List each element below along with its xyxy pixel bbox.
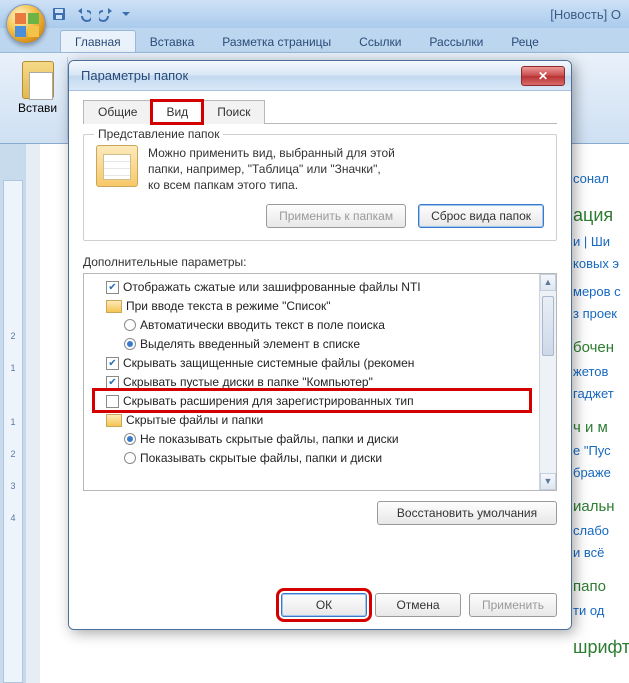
scroll-thumb[interactable] bbox=[542, 296, 554, 356]
undo-icon[interactable] bbox=[72, 3, 94, 25]
ribbon-tab-layout[interactable]: Разметка страницы bbox=[208, 31, 345, 52]
ok-button[interactable]: ОК bbox=[281, 593, 367, 617]
dialog-titlebar[interactable]: Параметры папок ✕ bbox=[69, 61, 571, 91]
dialog-footer: ОК Отмена Применить bbox=[83, 579, 557, 617]
office-titlebar: [Новость] О bbox=[0, 0, 629, 28]
folder-views-group: Представление папок Можно применить вид,… bbox=[83, 134, 557, 241]
group-legend: Представление папок bbox=[94, 127, 223, 141]
save-icon[interactable] bbox=[48, 3, 70, 25]
close-icon: ✕ bbox=[538, 69, 548, 83]
checkbox-icon[interactable] bbox=[106, 376, 119, 389]
tree-item-label: Скрывать расширения для зарегистрированн… bbox=[123, 394, 414, 408]
tab-general[interactable]: Общие bbox=[83, 100, 152, 124]
tree-item[interactable]: Выделять введенный элемент в списке bbox=[84, 335, 556, 354]
checkbox-icon[interactable] bbox=[106, 357, 119, 370]
office-orb[interactable] bbox=[6, 4, 46, 44]
quick-access-toolbar bbox=[48, 3, 132, 25]
folder-icon bbox=[96, 145, 138, 187]
scroll-up-icon[interactable]: ▲ bbox=[540, 274, 556, 291]
radio-icon[interactable] bbox=[124, 319, 136, 331]
dialog-body: Общие Вид Поиск Представление папок Можн… bbox=[69, 91, 571, 629]
close-button[interactable]: ✕ bbox=[521, 66, 565, 86]
redo-icon[interactable] bbox=[96, 3, 118, 25]
tree-item[interactable]: Скрытые файлы и папки bbox=[84, 411, 556, 430]
tree-item[interactable]: Отображать сжатые или зашифрованные файл… bbox=[84, 278, 556, 297]
tree-item[interactable]: При вводе текста в режиме "Список" bbox=[84, 297, 556, 316]
scroll-down-icon[interactable]: ▼ bbox=[540, 473, 556, 490]
tree-item[interactable]: Скрывать защищенные системные файлы (рек… bbox=[84, 354, 556, 373]
advanced-label: Дополнительные параметры: bbox=[83, 255, 557, 269]
advanced-settings-tree[interactable]: Отображать сжатые или зашифрованные файл… bbox=[83, 273, 557, 491]
tree-item-label: При вводе текста в режиме "Список" bbox=[126, 299, 331, 313]
checkbox-icon[interactable] bbox=[106, 281, 119, 294]
restore-defaults-button[interactable]: Восстановить умолчания bbox=[377, 501, 557, 525]
paste-button[interactable]: Встави bbox=[14, 59, 61, 117]
vertical-ruler: 2 1 1 2 3 4 bbox=[3, 180, 23, 683]
ribbon-tab-links[interactable]: Ссылки bbox=[345, 31, 415, 52]
checkbox-icon[interactable] bbox=[106, 395, 119, 408]
ribbon-tab-review[interactable]: Реце bbox=[497, 31, 553, 52]
folder-icon bbox=[106, 300, 122, 313]
document-title: [Новость] О bbox=[550, 7, 629, 22]
ribbon-tab-home[interactable]: Главная bbox=[60, 30, 136, 52]
ribbon-tab-mail[interactable]: Рассылки bbox=[415, 31, 497, 52]
scrollbar[interactable]: ▲▼ bbox=[539, 274, 556, 490]
radio-icon[interactable] bbox=[124, 452, 136, 464]
tree-item-label: Выделять введенный элемент в списке bbox=[140, 337, 360, 351]
dialog-title: Параметры папок bbox=[81, 68, 188, 83]
tree-item[interactable]: Скрывать пустые диски в папке "Компьютер… bbox=[84, 373, 556, 392]
paste-icon bbox=[22, 61, 54, 99]
group-description: Можно применить вид, выбранный для этой … bbox=[148, 145, 395, 194]
qat-more-icon[interactable] bbox=[120, 3, 132, 25]
tab-view[interactable]: Вид bbox=[151, 100, 203, 124]
tree-item-label: Отображать сжатые или зашифрованные файл… bbox=[123, 280, 421, 294]
tree-item-label: Показывать скрытые файлы, папки и диски bbox=[140, 451, 382, 465]
tree-item[interactable]: Не показывать скрытые файлы, папки и дис… bbox=[84, 430, 556, 449]
reset-folders-button[interactable]: Сброс вида папок bbox=[418, 204, 544, 228]
apply-button[interactable]: Применить bbox=[469, 593, 557, 617]
tree-item[interactable]: Показывать скрытые файлы, папки и диски bbox=[84, 449, 556, 468]
folder-options-dialog: Параметры папок ✕ Общие Вид Поиск Предст… bbox=[68, 60, 572, 630]
tree-item[interactable]: Автоматически вводить текст в поле поиск… bbox=[84, 316, 556, 335]
ribbon-tabs: Главная Вставка Разметка страницы Ссылки… bbox=[0, 28, 629, 52]
dialog-tabs: Общие Вид Поиск bbox=[83, 99, 557, 124]
tab-search[interactable]: Поиск bbox=[202, 100, 265, 124]
ribbon-tab-insert[interactable]: Вставка bbox=[136, 31, 209, 52]
cancel-button[interactable]: Отмена bbox=[375, 593, 461, 617]
side-panel-links: сонал ация и | Ши ковых э меров с з прое… bbox=[573, 168, 629, 662]
folder-icon bbox=[106, 414, 122, 427]
radio-icon[interactable] bbox=[124, 433, 136, 445]
tree-item[interactable]: Скрывать расширения для зарегистрированн… bbox=[84, 392, 556, 411]
tree-item-label: Скрытые файлы и папки bbox=[126, 413, 263, 427]
apply-to-folders-button[interactable]: Применить к папкам bbox=[266, 204, 406, 228]
tree-item-label: Автоматически вводить текст в поле поиск… bbox=[140, 318, 385, 332]
clipboard-group: Встави bbox=[8, 57, 68, 139]
tree-item-label: Скрывать защищенные системные файлы (рек… bbox=[123, 356, 414, 370]
radio-icon[interactable] bbox=[124, 338, 136, 350]
paste-label: Встави bbox=[18, 101, 57, 115]
tree-item-label: Не показывать скрытые файлы, папки и дис… bbox=[140, 432, 399, 446]
tree-item-label: Скрывать пустые диски в папке "Компьютер… bbox=[123, 375, 373, 389]
